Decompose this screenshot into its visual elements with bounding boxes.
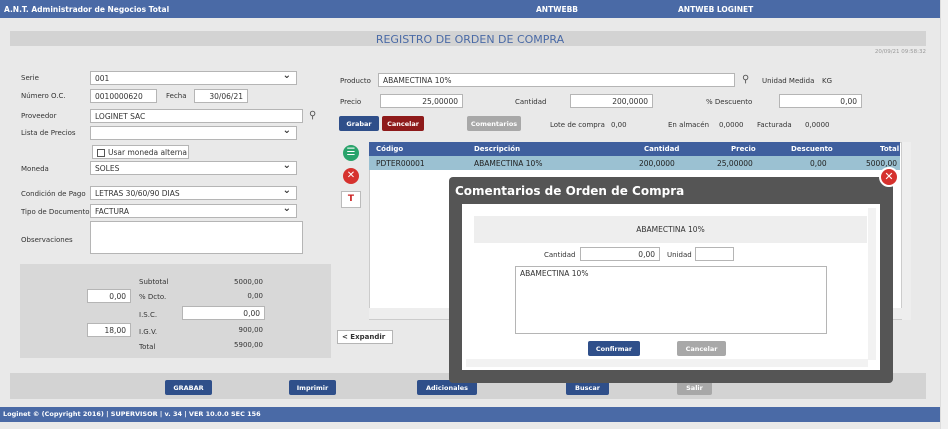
checkbox-box[interactable]: [97, 149, 105, 157]
almacen-value: 0,0000: [719, 121, 744, 129]
igv-pct-input[interactable]: 18,00: [87, 323, 131, 337]
grabar-item-button[interactable]: Grabar: [339, 116, 379, 131]
server-name: ANTWEBB: [536, 5, 579, 14]
col-total[interactable]: Total: [880, 145, 899, 153]
lote-value: 0,00: [611, 121, 627, 129]
descuento-label: % Descuento: [706, 98, 753, 106]
moneda-alterna-checkbox[interactable]: Usar moneda alterna: [92, 145, 189, 159]
dcto-pct-input[interactable]: 0,00: [87, 289, 131, 303]
dcto-value: 0,00: [247, 292, 263, 300]
condicion-select[interactable]: LETRAS 30/60/90 DIAS: [90, 186, 297, 200]
lote-label: Lote de compra: [550, 121, 605, 129]
proveedor-label: Proveedor: [21, 112, 57, 120]
cantidad-label: Cantidad: [515, 98, 547, 106]
comentarios-button[interactable]: Comentarios: [467, 116, 521, 131]
col-descripcion[interactable]: Descripción: [474, 145, 520, 153]
subtotal-label: Subtotal: [139, 278, 169, 286]
moneda-alterna-label: Usar moneda alterna: [108, 148, 187, 157]
numero-input[interactable]: 0010000620: [90, 89, 157, 103]
top-bar: A.N.T. Administrador de Negocios Total A…: [0, 0, 948, 18]
modal-product-name: ABAMECTINA 10%: [474, 216, 867, 243]
text-icon[interactable]: T: [341, 191, 361, 208]
totals-panel: [20, 264, 331, 358]
cell-descuento: 0,00: [810, 159, 827, 168]
igv-label: I.G.V.: [139, 328, 158, 336]
modal-unidad-input[interactable]: [695, 247, 734, 261]
proveedor-input[interactable]: LOGINET SAC: [90, 109, 303, 123]
timestamp: 20/09/21 09:58:32: [874, 49, 926, 55]
grabar-button[interactable]: GRABAR: [165, 380, 212, 395]
igv-value: 900,00: [238, 326, 264, 334]
moneda-select[interactable]: SOLES: [90, 161, 297, 175]
producto-input[interactable]: ABAMECTINA 10%: [378, 73, 735, 87]
total-label: Total: [139, 343, 156, 351]
modal-unidad-label: Unidad: [667, 251, 692, 259]
modal-vertical-scrollbar[interactable]: [868, 208, 876, 360]
table-row[interactable]: PDTER00001 ABAMECTINA 10% 200,0000 25,00…: [369, 156, 900, 170]
almacen-label: En almacén: [668, 121, 710, 129]
isc-input[interactable]: 0,00: [182, 306, 265, 320]
fecha-input[interactable]: 30/06/21: [194, 89, 248, 103]
footer-bar: Loginet © (Copyright 2016) | SUPERVISOR …: [0, 407, 940, 422]
col-cantidad[interactable]: Cantidad: [644, 145, 679, 153]
unidad-medida-value: KG: [822, 77, 833, 85]
observaciones-textarea[interactable]: [90, 221, 303, 254]
cantidad-input[interactable]: 200,0000: [570, 94, 653, 108]
serie-label: Serie: [21, 74, 39, 82]
precio-input[interactable]: 25,00000: [380, 94, 463, 108]
table-vertical-scrollbar[interactable]: [902, 142, 911, 320]
modal-cancelar-button[interactable]: Cancelar: [677, 341, 726, 356]
lista-select[interactable]: [90, 126, 297, 140]
cell-cantidad: 200,0000: [639, 159, 675, 168]
modal-horizontal-scrollbar[interactable]: [466, 359, 868, 367]
numero-label: Número O.C.: [21, 92, 66, 100]
company-name: ANTWEB LOGINET: [678, 5, 754, 14]
dcto-label: % Dcto.: [139, 293, 167, 301]
confirmar-button[interactable]: Confirmar: [588, 341, 640, 356]
cell-precio: 25,00000: [717, 159, 753, 168]
serie-select[interactable]: 001: [90, 71, 297, 85]
modal-cantidad-label: Cantidad: [544, 251, 576, 259]
modal-cantidad-input[interactable]: 0,00: [580, 247, 660, 261]
delete-icon[interactable]: ✕: [343, 168, 359, 184]
facturada-label: Facturada: [757, 121, 792, 129]
app-title: A.N.T. Administrador de Negocios Total: [4, 5, 170, 14]
descuento-input[interactable]: 0,00: [779, 94, 862, 108]
facturada-value: 0,0000: [805, 121, 830, 129]
condicion-label: Condición de Pago: [21, 190, 86, 198]
page-scrollbar[interactable]: [940, 0, 948, 429]
cell-codigo: PDTER00001: [376, 159, 425, 168]
col-precio[interactable]: Precio: [731, 145, 756, 153]
modal-title: Comentarios de Orden de Compra: [455, 184, 685, 198]
producto-label: Producto: [340, 77, 371, 85]
subtotal-value: 5000,00: [234, 278, 263, 286]
lista-label: Lista de Precios: [21, 129, 76, 137]
col-codigo[interactable]: Código: [376, 145, 403, 153]
cancelar-item-button[interactable]: Cancelar: [382, 116, 424, 131]
isc-label: I.S.C.: [139, 311, 158, 319]
imprimir-button[interactable]: Imprimir: [289, 380, 336, 395]
footer-text: Loginet © (Copyright 2016) | SUPERVISOR …: [3, 410, 261, 418]
moneda-label: Moneda: [21, 165, 49, 173]
observaciones-label: Observaciones: [21, 236, 73, 244]
table-header: Código Descripción Cantidad Precio Descu…: [369, 142, 900, 156]
search-icon[interactable]: ⚲: [309, 110, 316, 121]
close-icon[interactable]: ✕: [879, 167, 899, 187]
modal-comment-textarea[interactable]: ABAMECTINA 10%: [515, 266, 827, 334]
cell-descripcion: ABAMECTINA 10%: [474, 159, 543, 168]
list-icon[interactable]: ☰: [343, 145, 359, 161]
tipo-doc-select[interactable]: FACTURA: [90, 204, 297, 218]
fecha-label: Fecha: [166, 92, 187, 100]
expandir-button[interactable]: < Expandir: [337, 330, 393, 344]
col-descuento[interactable]: Descuento: [791, 145, 833, 153]
page-title: REGISTRO DE ORDEN DE COMPRA: [375, 33, 565, 46]
total-value: 5900,00: [234, 341, 263, 349]
precio-label: Precio: [340, 98, 362, 106]
product-search-icon[interactable]: ⚲: [742, 74, 749, 85]
tipo-doc-label: Tipo de Documento: [21, 208, 90, 216]
unidad-medida-label: Unidad Medida: [762, 77, 815, 85]
